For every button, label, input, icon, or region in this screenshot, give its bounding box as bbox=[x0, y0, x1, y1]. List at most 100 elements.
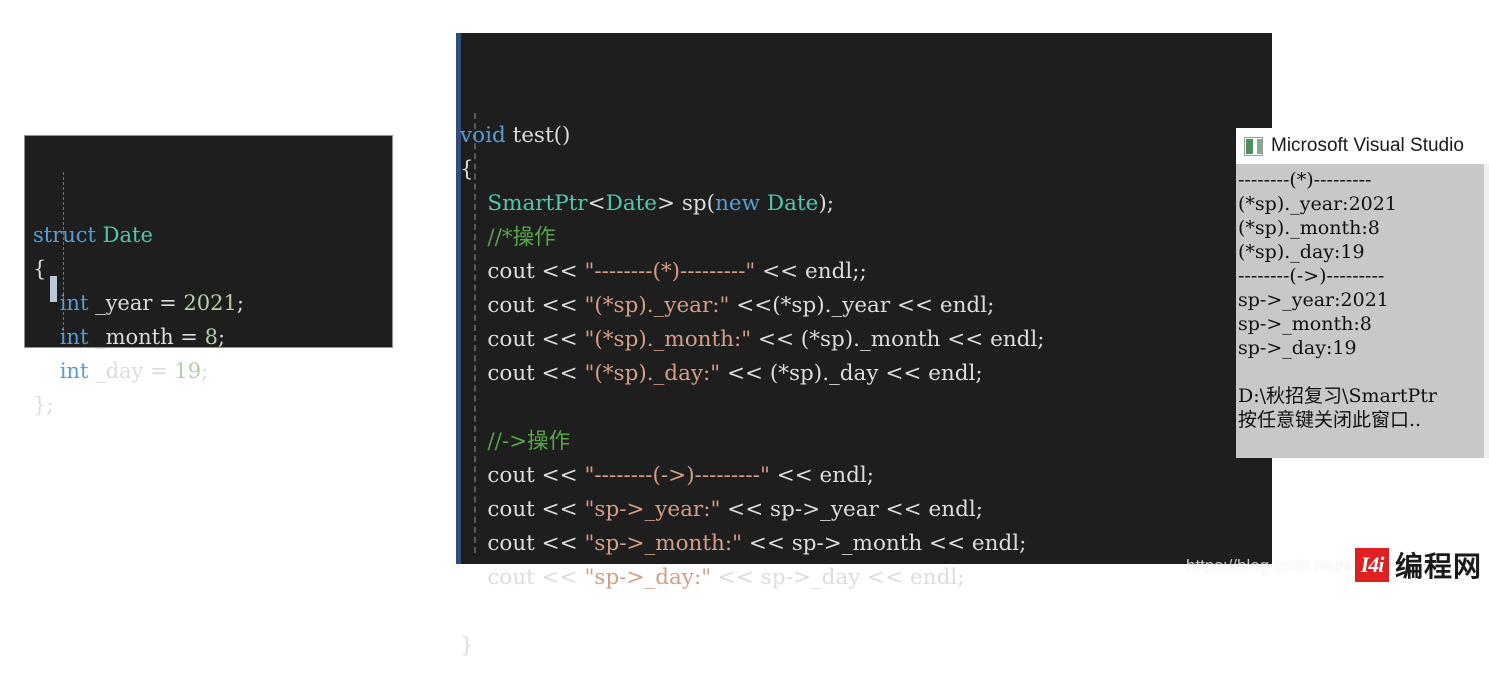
code-token: cout << bbox=[460, 327, 585, 352]
code-line: int _year = 2021; bbox=[25, 286, 392, 320]
code-line: } bbox=[456, 629, 1272, 663]
code-token: test() bbox=[505, 123, 571, 148]
console-title-bar[interactable]: Microsoft Visual Studio bbox=[1236, 128, 1489, 164]
code-token: void bbox=[460, 123, 506, 148]
code-token: { bbox=[33, 257, 47, 281]
code-line: int _month = 8; bbox=[25, 320, 392, 354]
code-token: int bbox=[59, 325, 89, 349]
struct-date-code-block: struct Date { int _year = 2021; int _mont… bbox=[24, 135, 393, 417]
code-line: { bbox=[456, 153, 1272, 187]
code-token: "(*sp)._day:" bbox=[584, 361, 721, 386]
console-output-line: D:\秋招复习\SmartPtr bbox=[1238, 385, 1438, 407]
test-function-code-block: void test() { SmartPtr<Date> sp(new Date)… bbox=[456, 33, 1272, 658]
console-output-line: (*sp)._year:2021 bbox=[1238, 193, 1397, 215]
code-token: cout << bbox=[460, 361, 585, 386]
code-token: << endl;; bbox=[755, 259, 867, 284]
console-output-line: --------(*)--------- bbox=[1238, 169, 1372, 191]
code-token: > sp( bbox=[657, 191, 716, 216]
code-line: int _day = 19; bbox=[25, 354, 392, 388]
code-token: << (*sp)._day << endl; bbox=[720, 361, 983, 386]
code-token: << endl; bbox=[769, 463, 875, 488]
code-token: 2021 bbox=[183, 291, 237, 315]
main-code-lines: void test() { SmartPtr<Date> sp(new Date)… bbox=[456, 119, 1272, 663]
code-token: cout << bbox=[460, 531, 585, 556]
code-token: "sp->_day:" bbox=[584, 565, 712, 590]
code-line: struct Date bbox=[25, 218, 392, 252]
code-token: "--------(*)---------" bbox=[584, 259, 756, 284]
code-token: 8 bbox=[204, 325, 218, 349]
console-output: --------(*)--------- (*sp)._year:2021 (*sp… bbox=[1236, 164, 1489, 458]
code-token: "--------(->)---------" bbox=[584, 463, 770, 488]
code-token: cout << bbox=[460, 293, 585, 318]
code-token: //->操作 bbox=[487, 429, 571, 454]
code-line: //->操作 bbox=[456, 425, 1272, 459]
code-token: struct bbox=[33, 223, 103, 247]
code-line: cout << "sp->_month:" << sp->_month << e… bbox=[456, 527, 1272, 561]
code-token: ; bbox=[217, 325, 226, 349]
code-token: int bbox=[59, 291, 89, 315]
code-line: cout << "--------(*)---------" << endl;; bbox=[456, 255, 1272, 289]
code-token: SmartPtr bbox=[487, 191, 588, 216]
code-token: _year = bbox=[88, 291, 184, 315]
code-token: Date bbox=[605, 191, 658, 216]
code-token: int bbox=[59, 359, 89, 383]
brand-watermark: I4i 编程网 bbox=[1355, 548, 1482, 582]
console-output-line: (*sp)._month:8 bbox=[1238, 217, 1380, 239]
code-token: Date bbox=[766, 191, 819, 216]
console-output-line: 按任意键关闭此窗口.. bbox=[1238, 409, 1422, 431]
code-token: <<(*sp)._year << endl; bbox=[729, 293, 995, 318]
code-line: //*操作 bbox=[456, 221, 1272, 255]
code-token: //*操作 bbox=[487, 225, 556, 250]
code-token: cout << bbox=[460, 259, 585, 284]
brand-logo-icon: I4i bbox=[1355, 548, 1389, 582]
code-token: 19 bbox=[174, 359, 202, 383]
code-token: _day = bbox=[88, 359, 175, 383]
code-token: cout << bbox=[460, 565, 585, 590]
code-token: } bbox=[460, 633, 474, 658]
console-output-line: (*sp)._day:19 bbox=[1238, 241, 1365, 263]
code-token: _month = bbox=[88, 325, 205, 349]
visual-studio-console-icon bbox=[1244, 136, 1263, 156]
code-token: "sp->_month:" bbox=[584, 531, 743, 556]
console-title-text: Microsoft Visual Studio bbox=[1271, 135, 1464, 156]
code-token: new bbox=[715, 191, 761, 216]
code-token: ; bbox=[201, 359, 209, 383]
code-line: cout << "sp->_day:" << sp->_day << endl; bbox=[456, 561, 1272, 595]
code-token: { bbox=[460, 157, 474, 182]
console-scrollbar[interactable] bbox=[1484, 164, 1489, 458]
code-line: cout << "--------(->)---------" << endl; bbox=[456, 459, 1272, 493]
code-line: void test() bbox=[456, 119, 1272, 153]
code-line: cout << "sp->_year:" << sp->_year << end… bbox=[456, 493, 1272, 527]
code-token: << sp->_day << endl; bbox=[711, 565, 965, 590]
struct-code-lines: struct Date { int _year = 2021; int _mont… bbox=[25, 218, 392, 422]
code-line: cout << "(*sp)._year:" <<(*sp)._year << … bbox=[456, 289, 1272, 323]
console-output-line: sp->_year:2021 bbox=[1238, 289, 1389, 311]
console-window[interactable]: Microsoft Visual Studio --------(*)-----… bbox=[1236, 128, 1489, 458]
code-token: ); bbox=[818, 191, 834, 216]
console-output-line: sp->_day:19 bbox=[1238, 337, 1357, 359]
code-token: << sp->_month << endl; bbox=[742, 531, 1027, 556]
console-output-line: sp->_month:8 bbox=[1238, 313, 1372, 335]
brand-name-text: 编程网 bbox=[1395, 551, 1483, 582]
code-line: cout << "(*sp)._day:" << (*sp)._day << e… bbox=[456, 357, 1272, 391]
csdn-watermark-url: https://blog.csdn.net/w bbox=[1186, 556, 1356, 575]
code-token: << (*sp)._month << endl; bbox=[751, 327, 1045, 352]
code-token: << sp->_year << endl; bbox=[720, 497, 983, 522]
console-output-line: --------(->)--------- bbox=[1238, 265, 1385, 287]
code-token: "(*sp)._year:" bbox=[584, 293, 730, 318]
code-line: SmartPtr<Date> sp(new Date); bbox=[456, 187, 1272, 221]
code-token: cout << bbox=[460, 497, 585, 522]
code-line: }; bbox=[25, 388, 392, 422]
code-token: cout << bbox=[460, 463, 585, 488]
code-token: Date bbox=[102, 223, 153, 247]
